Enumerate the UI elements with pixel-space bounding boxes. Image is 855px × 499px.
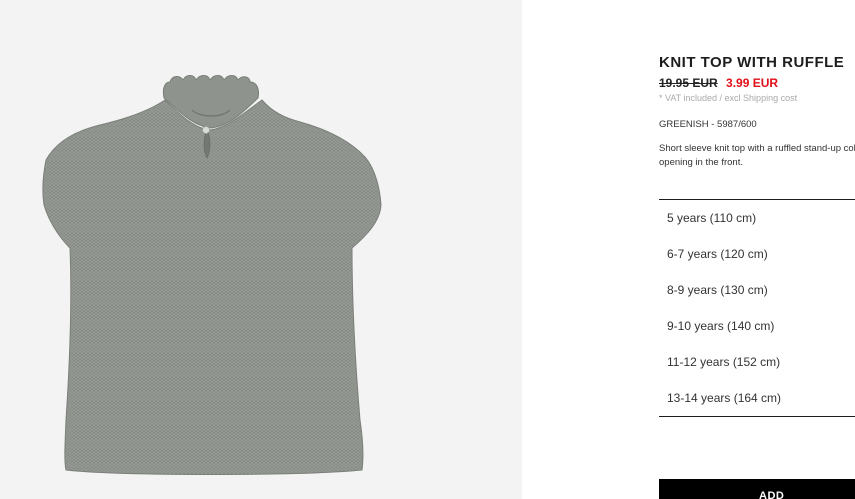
original-price: 19.95 EUR [659, 76, 718, 90]
size-option[interactable]: 8-9 years (130 cm) [659, 272, 855, 308]
shipping-cost-link[interactable]: excl Shipping cost [725, 93, 798, 103]
sale-price: 3.99 EUR [726, 76, 779, 90]
vat-text: * VAT included / [659, 93, 725, 103]
product-title: KNIT TOP WITH RUFFLE [659, 54, 845, 71]
size-option[interactable]: 11-12 years (152 cm) [659, 344, 855, 380]
size-selector: 5 years (110 cm) 6-7 years (120 cm) 8-9 … [659, 199, 855, 417]
size-option[interactable]: 13-14 years (164 cm) [659, 380, 855, 416]
product-image[interactable] [0, 0, 522, 499]
product-info-panel: KNIT TOP WITH RUFFLE 19.95 EUR 3.99 EUR … [659, 0, 855, 499]
knit-top-illustration [42, 75, 382, 475]
size-option[interactable]: 6-7 years (120 cm) [659, 236, 855, 272]
size-option[interactable]: 5 years (110 cm) [659, 200, 855, 236]
add-to-cart-button[interactable]: ADD [659, 479, 855, 499]
color-reference: GREENISH - 5987/600 [659, 119, 757, 130]
price-row: 19.95 EUR 3.99 EUR [659, 76, 778, 90]
vat-note: * VAT included / excl Shipping cost [659, 93, 797, 103]
product-description: Short sleeve knit top with a ruffled sta… [659, 143, 855, 168]
size-option[interactable]: 9-10 years (140 cm) [659, 308, 855, 344]
